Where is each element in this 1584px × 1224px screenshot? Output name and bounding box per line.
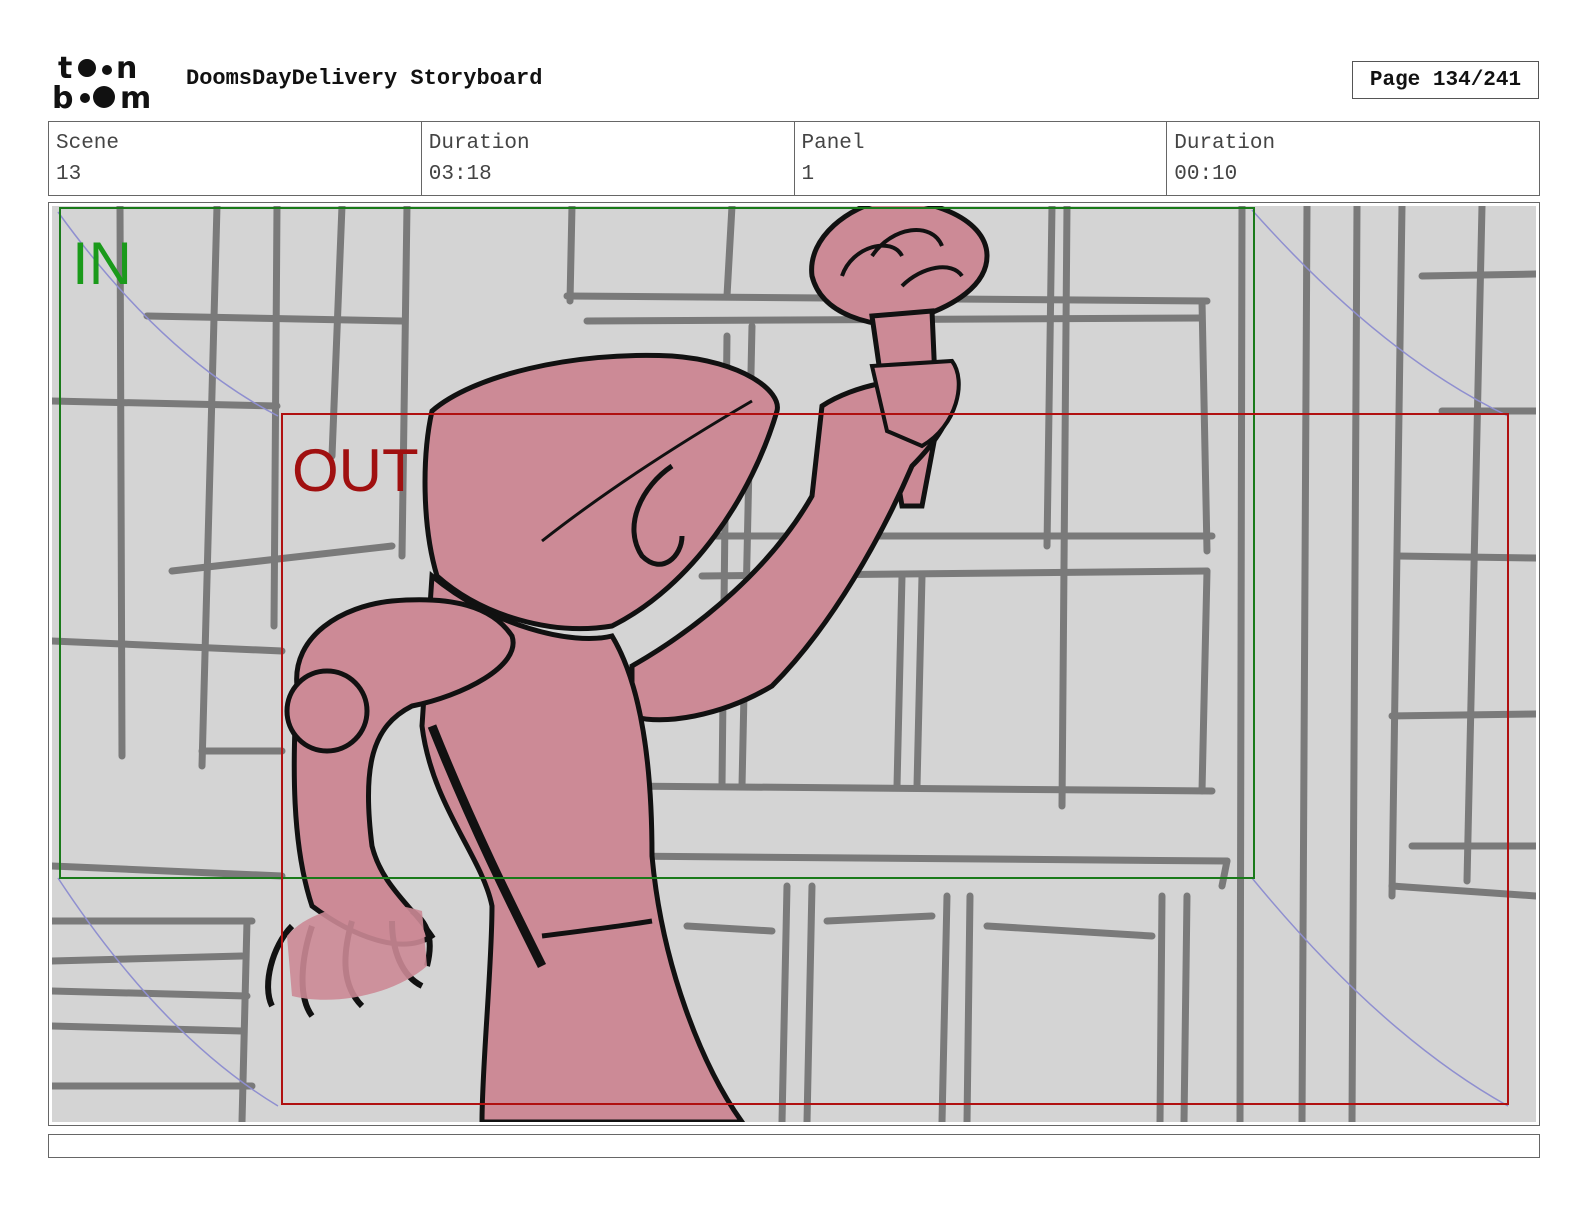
scene-label: Scene <box>56 132 120 155</box>
panel-cell: Panel 1 <box>795 122 1168 195</box>
panel-value: 1 <box>801 163 815 186</box>
scene-cell: Scene 13 <box>49 122 422 195</box>
toon-boom-logo: t n b m <box>52 51 151 112</box>
svg-text:m: m <box>120 81 151 112</box>
out-label: OUT <box>292 437 419 504</box>
caption-bar <box>48 1134 1540 1158</box>
storyboard-panel-drawing: IN OUT <box>52 206 1536 1122</box>
document-title: DoomsDayDelivery Storyboard <box>186 66 543 91</box>
panel-info-table: Scene 13 Duration 03:18 Panel 1 Duration… <box>48 121 1540 196</box>
svg-text:b: b <box>52 81 73 112</box>
scene-duration-value: 03:18 <box>428 163 492 186</box>
panel-duration-cell: Duration 00:10 <box>1167 122 1539 195</box>
in-label: IN <box>72 230 132 297</box>
panel-label: Panel <box>801 132 865 155</box>
scene-value: 13 <box>56 163 82 186</box>
panel-duration-label: Duration <box>1174 132 1276 155</box>
panel-duration-value: 00:10 <box>1174 163 1238 186</box>
scene-duration-label: Duration <box>428 132 530 155</box>
scene-duration-cell: Duration 03:18 <box>422 122 795 195</box>
page-number: Page 134/241 <box>1352 61 1539 99</box>
